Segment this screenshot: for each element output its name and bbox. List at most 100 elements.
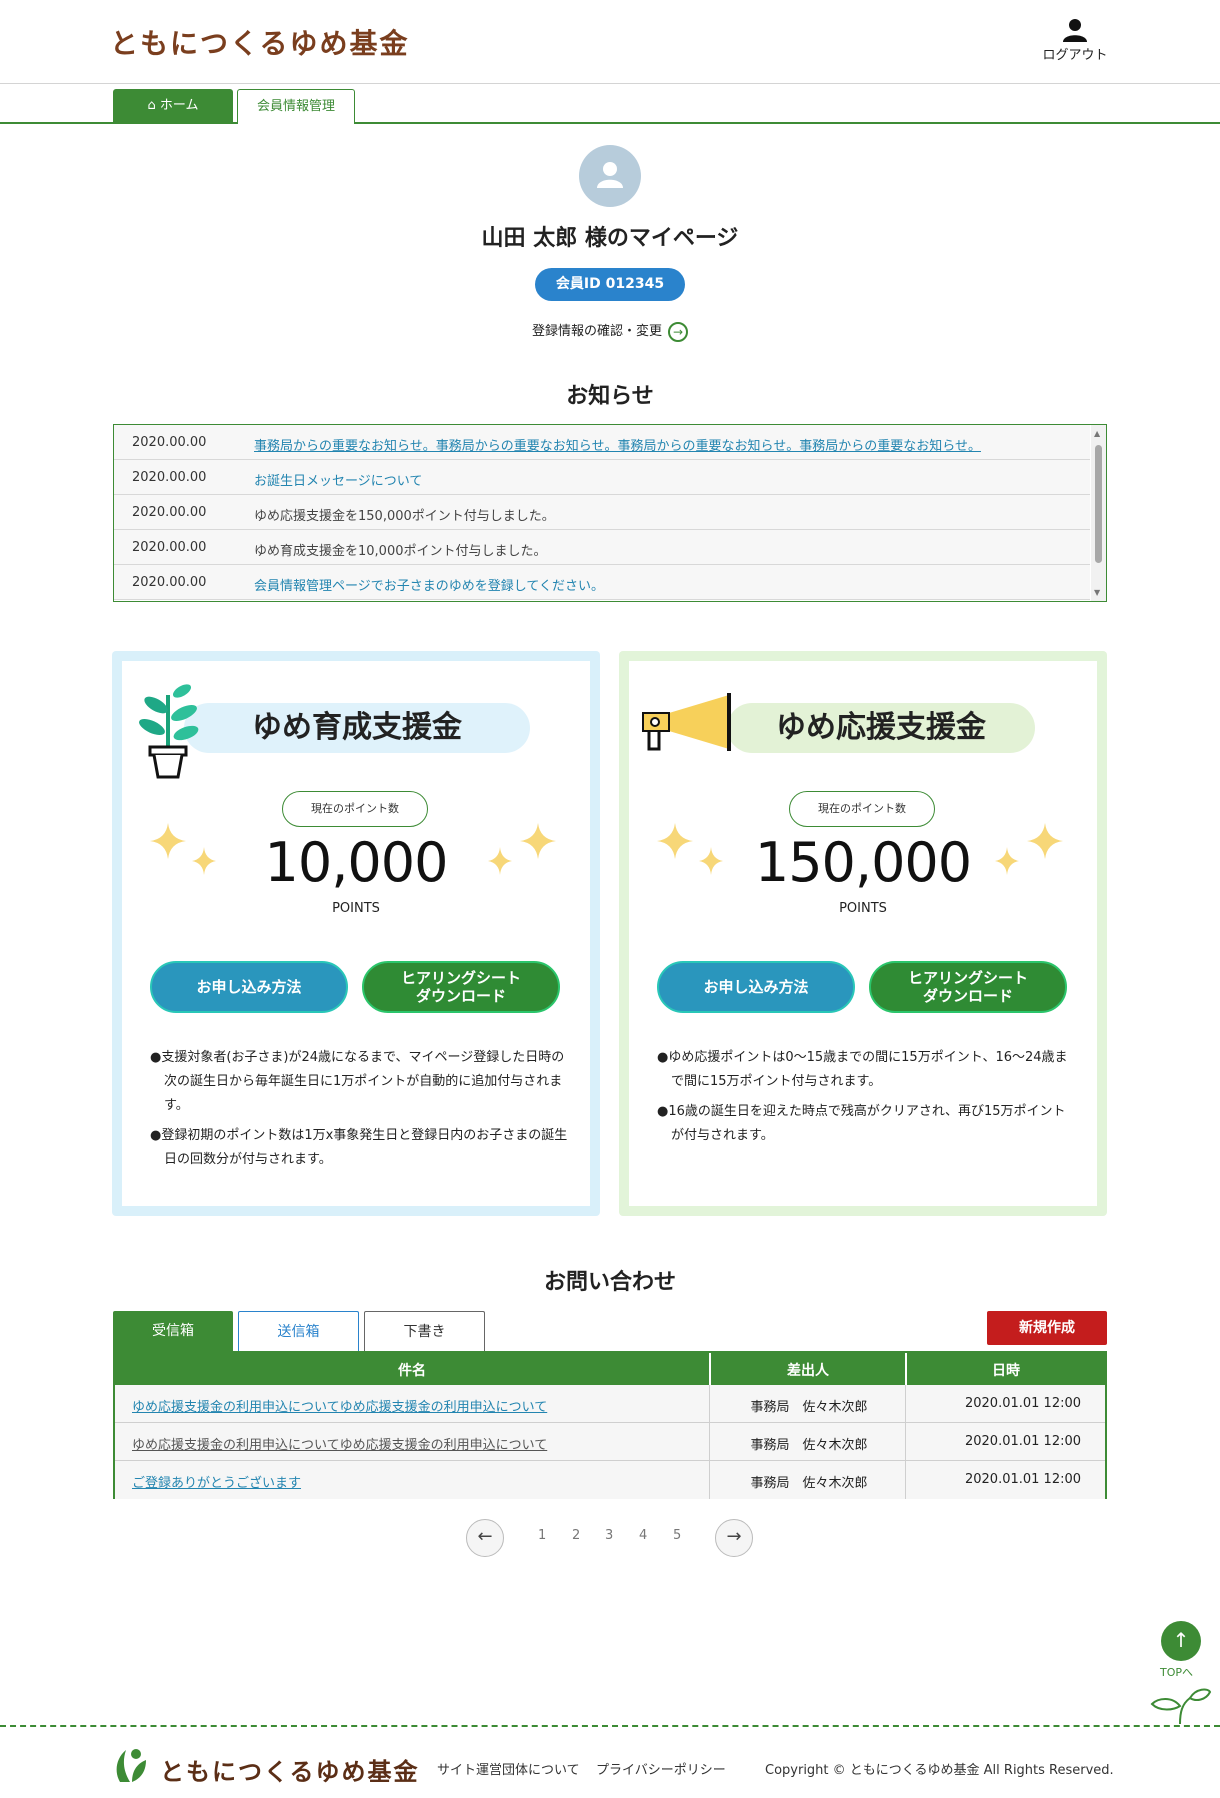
prev-page-button[interactable]: ← (466, 1519, 504, 1557)
page-title: 山田 太郎 様のマイページ (481, 226, 739, 251)
arrow-left-icon: ← (477, 1526, 493, 1547)
message-date: 2020.01.01 12:00 (964, 1434, 1082, 1449)
message-subject-link[interactable]: ご登録ありがとうございます (132, 1472, 301, 1491)
download-label-line2: ダウンロード (922, 987, 1013, 1005)
inbox-table: 件名 差出人 日時 ゆめ応援支援金の利用申込についてゆめ応援支援金の利用申込につ… (113, 1351, 1107, 1499)
notice-text: ゆめ応援支援金を150,000ポイント付与しました。 (254, 509, 555, 524)
page-number[interactable]: 4 (639, 1528, 647, 1543)
apply-method-button[interactable]: お申し込み方法 (150, 961, 348, 1013)
column-sender: 差出人 (787, 1363, 829, 1379)
message-subject-link[interactable]: ゆめ応援支援金の利用申込についてゆめ応援支援金の利用申込について (132, 1396, 547, 1415)
notice-link[interactable]: 会員情報管理ページでお子さまのゆめを登録してください。 (254, 575, 604, 594)
fund-card-body: ゆめ応援支援金 現在のポイント数 150,000 POINTS お申し込み方法 … (629, 661, 1097, 1206)
column-date: 日時 (992, 1363, 1020, 1379)
logout-label: ログアウト (1042, 48, 1108, 63)
points-value: 10,000 (264, 831, 449, 894)
edit-registration-label: 登録情報の確認・変更 (531, 324, 662, 339)
message-sender: 事務局 佐々木次郎 (750, 1438, 868, 1453)
avatar (579, 145, 641, 207)
table-row[interactable]: ご登録ありがとうございます 事務局 佐々木次郎 2020.01.01 12:00 (115, 1461, 1105, 1499)
tab-sent[interactable]: 送信箱 (238, 1311, 359, 1352)
description-item: ●16歳の誕生日を迎えた時点で残高がクリアされ、再び15万ポイントが付与されます… (657, 1104, 1066, 1143)
site-header: ともにつくるゆめ基金 ログアウト (0, 0, 1220, 84)
notice-link[interactable]: 事務局からの重要なお知らせ。事務局からの重要なお知らせ。事務局からの重要なお知ら… (254, 435, 981, 454)
download-label-line2: ダウンロード (415, 987, 506, 1005)
inquiry-title: お問い合わせ (543, 1270, 676, 1295)
notice-date: 2020.00.00 (132, 540, 207, 555)
notice-link[interactable]: お誕生日メッセージについて (254, 470, 422, 489)
footer-divider (0, 1725, 1220, 1727)
arrow-right-icon: → (668, 321, 688, 342)
fund-card-support: ゆめ応援支援金 現在のポイント数 150,000 POINTS お申し込み方法 … (619, 651, 1107, 1216)
notice-date: 2020.00.00 (132, 435, 207, 450)
message-sender: 事務局 佐々木次郎 (750, 1400, 868, 1415)
member-id-badge: 会員ID 012345 (535, 268, 685, 301)
page-number[interactable]: 2 (572, 1528, 580, 1543)
hearing-sheet-download-button[interactable]: ヒアリングシート ダウンロード (869, 961, 1067, 1013)
points-value: 150,000 (754, 831, 972, 894)
page-number[interactable]: 3 (605, 1528, 613, 1543)
page-number[interactable]: 5 (673, 1528, 681, 1543)
list-item[interactable]: 2020.00.00 会員情報管理ページでお子さまのゆめを登録してください。 (114, 565, 1090, 600)
column-divider (905, 1385, 906, 1423)
tab-inbox[interactable]: 受信箱 (113, 1311, 233, 1352)
tab-home[interactable]: ⌂ ホーム (113, 89, 233, 124)
column-subject: 件名 (398, 1363, 426, 1379)
tab-member[interactable]: 会員情報管理 (237, 89, 355, 124)
notice-date: 2020.00.00 (132, 575, 207, 590)
footer-link-about[interactable]: サイト運営団体について (437, 1759, 580, 1778)
notice-scrollbar[interactable]: ▲ ▼ (1091, 425, 1106, 601)
scroll-thumb[interactable] (1095, 445, 1102, 563)
table-row[interactable]: ゆめ応援支援金の利用申込についてゆめ応援支援金の利用申込について 事務局 佐々木… (115, 1385, 1105, 1423)
fund-card-body: ゆめ育成支援金 現在のポイント数 10,000 POINTS お申し込み方法 ヒ… (122, 661, 590, 1206)
footer-link-privacy[interactable]: プライバシーポリシー (596, 1759, 726, 1778)
edit-registration-link[interactable]: 登録情報の確認・変更 → (0, 320, 1220, 342)
description-item: ●登録初期のポイント数は1万x事象発生日と登録日内のお子さまの誕生日の回数分が付… (150, 1128, 568, 1167)
person-icon (597, 162, 623, 188)
list-item[interactable]: 2020.00.00 お誕生日メッセージについて (114, 460, 1090, 495)
fund-card-growth: ゆめ育成支援金 現在のポイント数 10,000 POINTS お申し込み方法 ヒ… (112, 651, 600, 1216)
arrow-up-icon: ↑ (1172, 1628, 1190, 1652)
list-item: 2020.00.00 ゆめ育成支援金を10,000ポイント付与しました。 (114, 530, 1090, 565)
back-to-top-button[interactable]: ↑ (1161, 1621, 1201, 1661)
page-number[interactable]: 1 (538, 1528, 546, 1543)
notice-date: 2020.00.00 (132, 505, 207, 520)
user-icon (1063, 19, 1087, 42)
description-item: ●支援対象者(お子さま)が24歳になるまで、マイページ登録した日時の次の誕生日か… (150, 1050, 565, 1113)
message-subject-link[interactable]: ゆめ応援支援金の利用申込についてゆめ応援支援金の利用申込について (132, 1434, 547, 1453)
message-sender: 事務局 佐々木次郎 (750, 1476, 868, 1491)
download-label-line1: ヒアリングシート (400, 969, 521, 987)
next-page-button[interactable]: → (715, 1519, 753, 1557)
hearing-sheet-download-button[interactable]: ヒアリングシート ダウンロード (362, 961, 560, 1013)
download-label-line1: ヒアリングシート (907, 969, 1028, 987)
site-logo[interactable]: ともにつくるゆめ基金 (110, 22, 409, 62)
fund-title: ゆめ応援支援金 (727, 703, 1035, 753)
main-nav: ⌂ ホーム 会員情報管理 (0, 84, 1220, 124)
megaphone-icon (642, 693, 731, 751)
fund-description: ●支援対象者(お子さま)が24歳になるまで、マイページ登録した日時の次の誕生日か… (150, 1046, 570, 1178)
message-date: 2020.01.01 12:00 (964, 1396, 1082, 1411)
plant-icon (139, 684, 199, 779)
footer-logo[interactable]: ともにつくるゆめ基金 (160, 1752, 420, 1787)
column-divider (905, 1423, 906, 1461)
notices-title: お知らせ (566, 384, 654, 409)
notice-list[interactable]: 2020.00.00 事務局からの重要なお知らせ。事務局からの重要なお知らせ。事… (113, 424, 1107, 602)
points-unit: POINTS (839, 901, 887, 916)
apply-method-button[interactable]: お申し込み方法 (657, 961, 855, 1013)
fund-description: ●ゆめ応援ポイントは0〜15歳までの間に15万ポイント、16〜24歳まで間に15… (657, 1046, 1077, 1154)
list-item[interactable]: 2020.00.00 事務局からの重要なお知らせ。事務局からの重要なお知らせ。事… (114, 425, 1090, 460)
new-message-button[interactable]: 新規作成 (987, 1311, 1107, 1345)
arrow-right-icon: → (726, 1526, 742, 1547)
scroll-down-icon[interactable]: ▼ (1094, 588, 1100, 597)
copyright: Copyright © ともにつくるゆめ基金 All Rights Reserv… (765, 1763, 1114, 1778)
points-label: 現在のポイント数 (789, 791, 935, 827)
points-unit: POINTS (332, 901, 380, 916)
table-header: 件名 差出人 日時 (115, 1353, 1105, 1385)
tab-drafts[interactable]: 下書き (364, 1311, 485, 1352)
logout-button[interactable]: ログアウト (1040, 18, 1110, 63)
table-row[interactable]: ゆめ応援支援金の利用申込についてゆめ応援支援金の利用申込について 事務局 佐々木… (115, 1423, 1105, 1461)
scroll-up-icon[interactable]: ▲ (1094, 429, 1100, 438)
description-item: ●ゆめ応援ポイントは0〜15歳までの間に15万ポイント、16〜24歳まで間に15… (657, 1050, 1068, 1089)
tab-home-label: ホーム (159, 98, 199, 113)
sprout-icon (1150, 1688, 1212, 1725)
